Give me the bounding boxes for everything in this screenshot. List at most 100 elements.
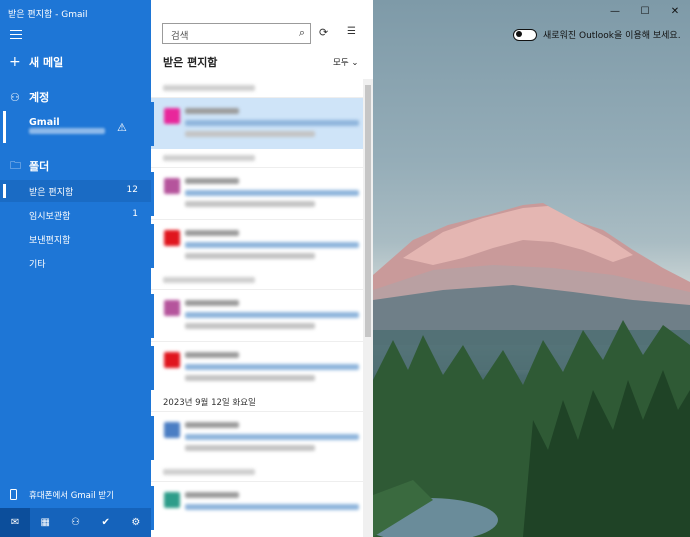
folders-header[interactable]: 🗀 폴더 [0,157,151,175]
unread-bar [151,102,154,146]
mountain-landscape [373,203,690,537]
preview-redacted [185,445,315,451]
bottom-nav: ✉ ▦ ⚇ ✔ ⚙ [0,508,151,537]
list-item[interactable] [151,289,363,341]
scrollbar-thumb[interactable] [365,85,371,337]
avatar [164,492,180,508]
phone-icon [10,489,17,500]
avatar [164,422,180,438]
todo-icon[interactable]: ✔ [91,508,121,537]
settings-gear-icon[interactable]: ⚙ [121,508,151,537]
date-header-redacted [151,271,363,289]
selection-mode-icon[interactable]: ☰ [347,26,356,37]
folder-count: 12 [126,185,138,195]
window-controls: — ☐ ✕ [570,0,690,22]
new-outlook-toggle-label: 새로워진 Outlook을 이용해 보세요. [543,31,681,41]
folder-label: 보낸편지함 [29,236,71,246]
avatar [164,178,180,194]
people-icon[interactable]: ⚇ [60,508,90,537]
preview-redacted [185,253,315,259]
avatar [164,352,180,368]
list-item[interactable] [151,481,363,533]
list-item[interactable] [151,411,363,463]
sender-redacted [185,352,239,358]
date-header-redacted [151,149,363,167]
reading-pane-background: — ☐ ✕ [373,0,690,537]
search-placeholder: 검색 [171,31,189,42]
close-icon[interactable]: ✕ [660,0,690,22]
folder-item-sent[interactable]: 보낸편지함 [0,228,151,250]
avatar [164,230,180,246]
get-gmail-phone-link[interactable]: 휴대폰에서 Gmail 받기 [0,484,151,506]
sender-redacted [185,492,239,498]
sender-redacted [185,422,239,428]
account-email-redacted [29,128,105,134]
person-icon: ⚇ [10,90,20,104]
filter-label: 모두 [333,58,349,68]
account-selected-bar [3,111,6,143]
mail-icon[interactable]: ✉ [0,508,31,537]
warning-icon[interactable]: ⚠ [117,121,127,134]
subject-redacted [185,190,359,196]
date-header-redacted [151,463,363,481]
folder-label: 받은 편지함 [29,188,74,198]
minimize-icon[interactable]: — [600,0,630,22]
new-mail-button[interactable]: + 새 메일 [0,53,151,71]
plus-icon: + [9,54,21,70]
maximize-icon[interactable]: ☐ [630,0,660,22]
list-scrollbar[interactable] [363,79,373,537]
folder-selected-bar [3,184,6,198]
unread-bar [151,486,154,530]
list-item[interactable] [151,219,363,271]
date-header-redacted [151,79,363,97]
list-title: 받은 편지함 [163,56,218,69]
folder-icon: 🗀 [10,158,21,172]
preview-redacted [185,131,315,137]
folder-item-drafts[interactable]: 임시보관함 1 [0,204,151,226]
folder-label: 기타 [29,260,46,270]
subject-redacted [185,120,359,126]
folder-item-other[interactable]: 기타 [0,252,151,274]
accounts-header-label: 계정 [29,91,50,104]
list-item[interactable] [151,97,363,149]
sender-redacted [185,230,239,236]
chevron-down-icon: ⌄ [351,58,359,68]
new-mail-label: 새 메일 [29,56,64,69]
subject-redacted [185,242,359,248]
account-name: Gmail [29,117,60,128]
sidebar: 받은 편지함 - Gmail + 새 메일 ⚇ 계정 Gmail ⚠ 🗀 폴더 … [0,0,151,537]
unread-bar [151,294,154,338]
message-items: 2023년 9월 12일 화요일 [151,79,363,533]
sender-redacted [185,178,239,184]
preview-redacted [185,201,315,207]
try-new-outlook-toggle-row[interactable]: 새로워진 Outlook을 이용해 보세요. [513,28,681,41]
search-input[interactable]: 검색 ⌕ [162,23,311,44]
new-outlook-toggle[interactable] [513,28,537,41]
folders-header-label: 폴더 [29,160,50,173]
unread-bar [151,416,154,460]
avatar [164,108,180,124]
folder-item-inbox[interactable]: 받은 편지함 12 [0,180,151,202]
filter-dropdown[interactable]: 모두 ⌄ [333,56,358,68]
window-title: 받은 편지함 - Gmail [8,10,88,20]
hamburger-menu-icon[interactable] [10,30,22,39]
calendar-icon[interactable]: ▦ [30,508,60,537]
accounts-header[interactable]: ⚇ 계정 [0,88,151,106]
search-icon[interactable]: ⌕ [299,26,305,40]
subject-redacted [185,312,359,318]
get-gmail-phone-label: 휴대폰에서 Gmail 받기 [29,491,114,501]
unread-bar [151,346,154,390]
subject-redacted [185,504,359,510]
sync-icon[interactable]: ⟳ [319,26,328,39]
message-list-pane: 검색 ⌕ ⟳ ☰ 받은 편지함 모두 ⌄ 2023년 9월 12일 화요일 [151,0,373,537]
preview-redacted [185,323,315,329]
list-item[interactable] [151,341,363,393]
avatar [164,300,180,316]
unread-bar [151,172,154,216]
unread-bar [151,224,154,268]
folder-label: 임시보관함 [29,212,71,222]
sender-redacted [185,300,239,306]
list-item[interactable] [151,167,363,219]
subject-redacted [185,364,359,370]
date-header: 2023년 9월 12일 화요일 [163,398,256,408]
